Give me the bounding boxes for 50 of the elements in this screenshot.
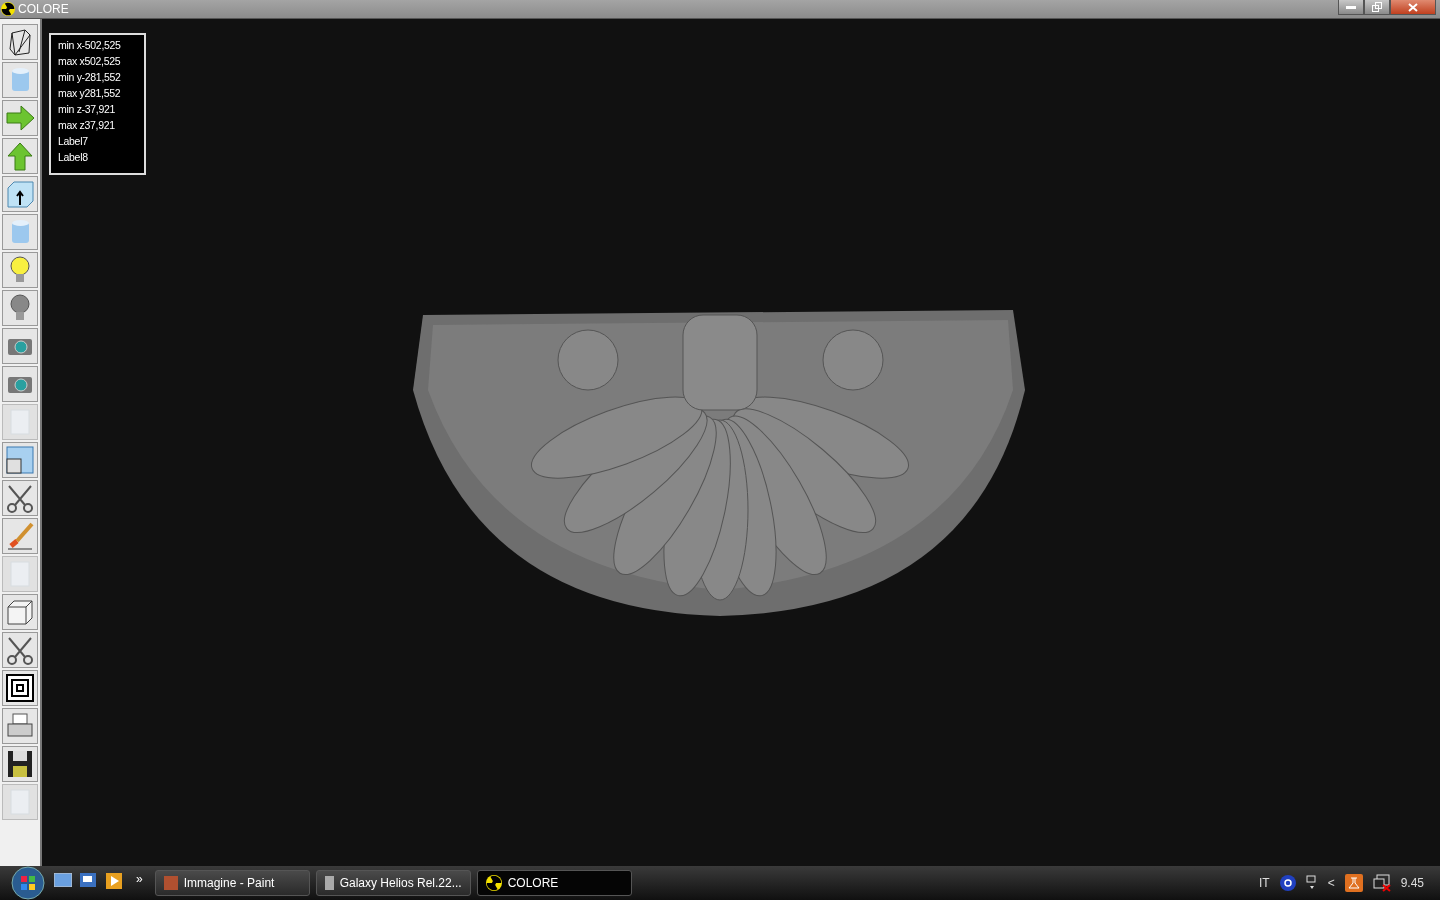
info-line: max z37,921 <box>58 118 116 133</box>
minimize-icon <box>1346 5 1356 9</box>
restore-button[interactable] <box>1364 0 1390 15</box>
taskbar-button[interactable]: COLORE <box>476 870 632 896</box>
info-line: min x-502,525 <box>58 38 122 53</box>
show-hidden-icons[interactable]: < <box>1327 876 1335 890</box>
tool-button[interactable] <box>2 670 38 706</box>
info-line: Label8 <box>58 150 89 165</box>
info-line: Label7 <box>58 134 89 149</box>
flask-icon[interactable] <box>1344 874 1363 892</box>
tool-button[interactable] <box>2 24 38 60</box>
app-icon <box>163 876 178 890</box>
radiation-icon <box>485 875 502 891</box>
brush-icon <box>5 521 35 551</box>
info-line: min z-37,921 <box>58 102 117 117</box>
more-button[interactable]: » <box>136 872 143 886</box>
windows-icon[interactable] <box>1305 875 1318 891</box>
scissors-icon <box>5 635 35 665</box>
cube-icon <box>5 597 35 627</box>
arrow-right-icon <box>5 103 35 133</box>
info-line: max x502,525 <box>58 54 122 69</box>
app-icon <box>324 876 334 890</box>
play-icon <box>106 873 122 889</box>
desktop-icon <box>54 873 72 887</box>
taskbar-button[interactable]: Galaxy Helios Rel.22... <box>315 870 471 896</box>
taskbar-button[interactable]: Immagine - Paint <box>154 870 310 896</box>
close-button[interactable] <box>1390 0 1436 15</box>
windows-logo-icon <box>11 866 45 900</box>
tool-button[interactable] <box>2 746 38 782</box>
tool-button[interactable] <box>2 176 38 212</box>
start-button[interactable] <box>8 866 48 900</box>
tool-button[interactable] <box>2 480 38 516</box>
clock[interactable]: 9.45 <box>1400 876 1424 890</box>
windows-icon <box>80 873 96 887</box>
box-arrow-icon <box>5 179 35 209</box>
window-title: COLORE <box>18 2 69 16</box>
restore-icon <box>1372 2 1382 12</box>
concentric-squares-icon <box>5 673 35 703</box>
minimize-button[interactable] <box>1338 0 1364 15</box>
language-indicator[interactable]: IT <box>1258 876 1270 890</box>
info-line: min y-281,552 <box>58 70 122 85</box>
close-icon <box>1408 2 1418 12</box>
info-line: max y281,552 <box>58 86 122 101</box>
tool-button[interactable] <box>2 632 38 668</box>
radiation-icon <box>1 2 15 16</box>
scissors-icon <box>5 483 35 513</box>
arrow-up-icon <box>5 141 35 171</box>
windows-icon <box>5 445 35 475</box>
network-error-icon[interactable] <box>1372 874 1391 892</box>
help-icon[interactable] <box>1279 875 1296 891</box>
